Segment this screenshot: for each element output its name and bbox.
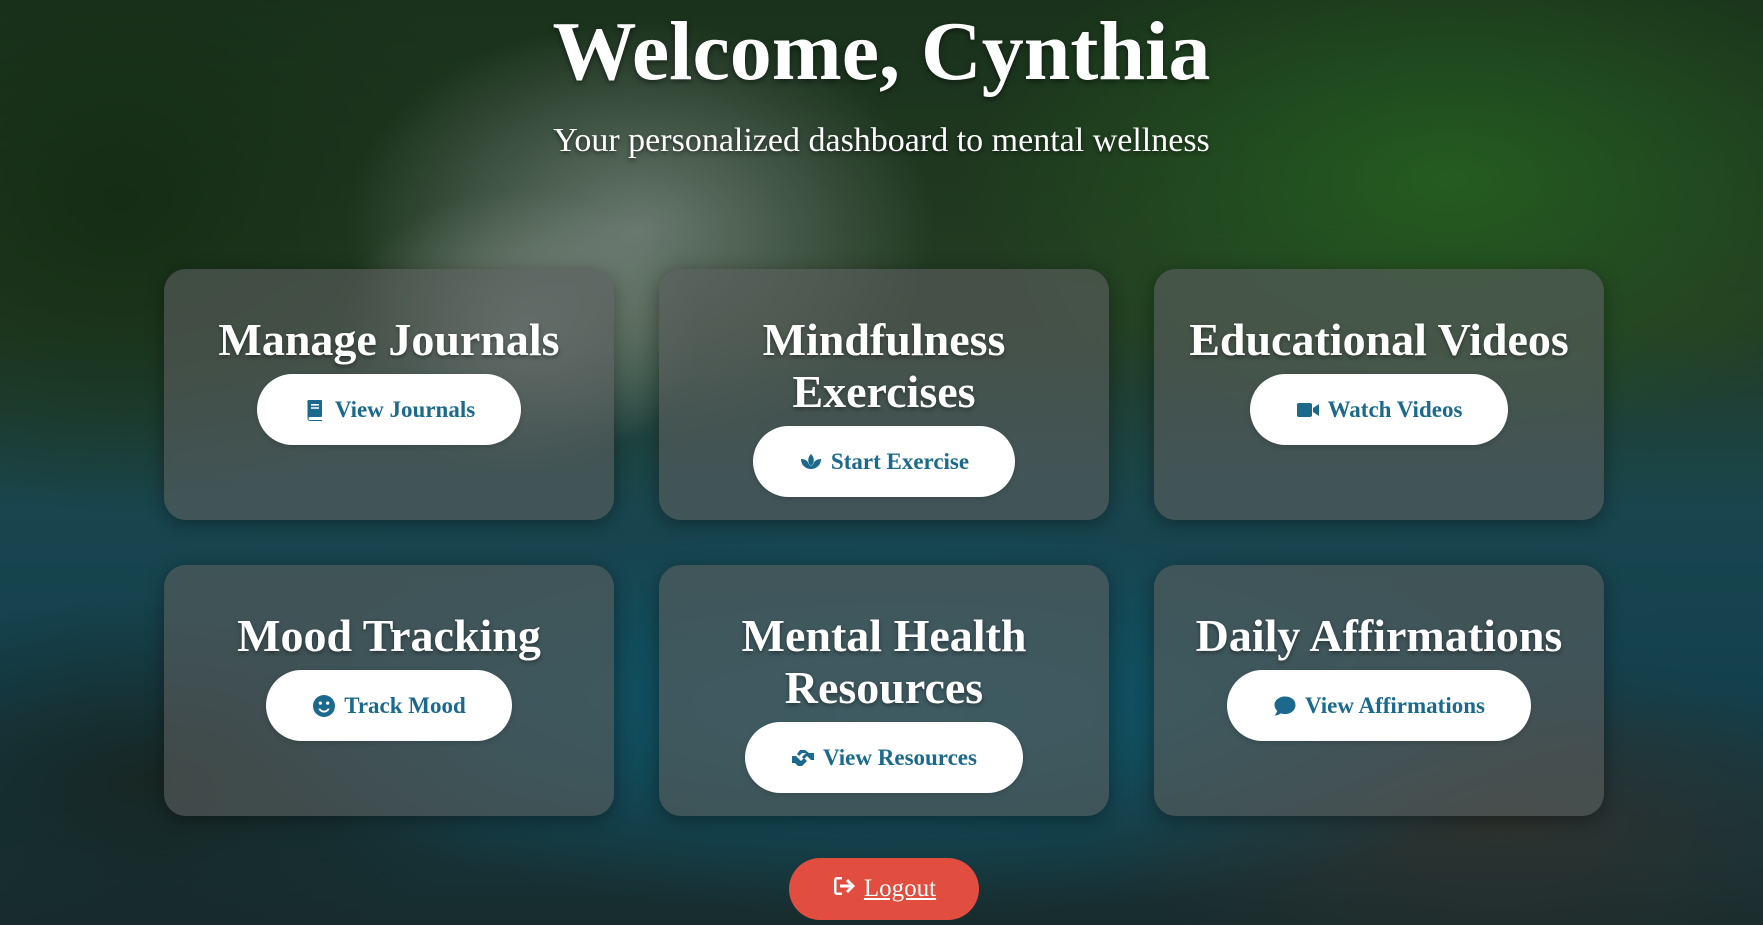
card-title: Daily Affirmations [1195,610,1563,661]
view-resources-button[interactable]: View Resources [745,722,1023,793]
logout-label: Logout [863,875,937,902]
card-mood-tracking: Mood Tracking Track Mood [164,565,614,816]
logout-button[interactable]: Logout [789,858,979,920]
card-mental-health-resources: Mental Health Resources View Resources [659,565,1109,816]
card-title: Mental Health Resources [741,610,1027,713]
track-mood-label: Track Mood [344,692,466,718]
watch-videos-label: Watch Videos [1327,396,1463,422]
view-journals-label: View Journals [334,396,476,422]
track-mood-button[interactable]: Track Mood [266,670,512,741]
welcome-title: Welcome, Cynthia [552,5,1211,98]
card-title: Mood Tracking [237,610,541,661]
card-title: Educational Videos [1189,314,1569,365]
welcome-subtitle: Your personalized dashboard to mental we… [553,122,1210,159]
smile-icon [312,694,336,718]
feature-grid: Manage Journals View Journals Mindfulnes… [164,269,1604,816]
book-icon [303,398,327,422]
card-title: Mindfulness Exercises [762,314,1006,417]
card-educational-videos: Educational Videos Watch Videos [1154,269,1604,520]
watch-videos-button[interactable]: Watch Videos [1249,374,1509,445]
card-mindfulness-exercises: Mindfulness Exercises Start Exercise [659,269,1109,520]
card-daily-affirmations: Daily Affirmations View Affirmations [1154,565,1604,816]
start-exercise-label: Start Exercise [830,448,970,474]
dashboard-page: Welcome, Cynthia Your personalized dashb… [0,0,1763,925]
card-title: Manage Journals [218,314,560,365]
video-camera-icon [1296,398,1320,422]
card-manage-journals: Manage Journals View Journals [164,269,614,520]
view-journals-button[interactable]: View Journals [256,374,522,445]
view-resources-label: View Resources [823,744,977,770]
start-exercise-button[interactable]: Start Exercise [752,426,1016,497]
view-affirmations-button[interactable]: View Affirmations [1227,670,1531,741]
sign-out-icon [832,874,858,905]
lotus-icon [799,450,823,474]
comment-icon [1273,694,1297,718]
view-affirmations-label: View Affirmations [1305,692,1485,718]
hands-helping-icon [791,746,815,770]
